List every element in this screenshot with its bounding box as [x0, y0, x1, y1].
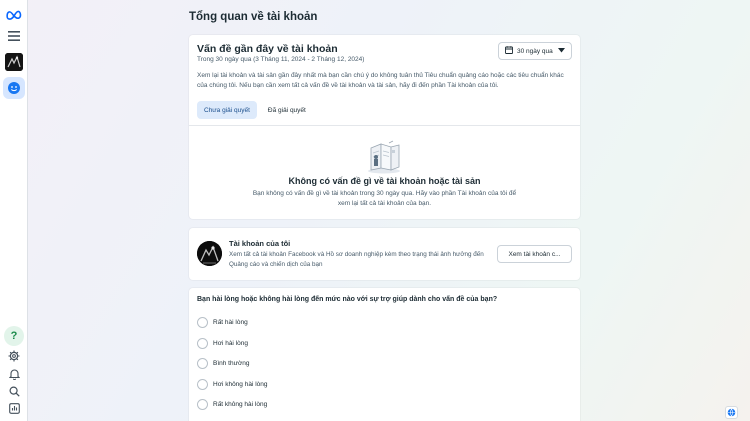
- date-range-dropdown[interactable]: 30 ngày qua: [498, 42, 572, 60]
- account-avatar[interactable]: [5, 53, 23, 71]
- meta-logo-icon[interactable]: [4, 5, 24, 25]
- issue-status-tabs: Chưa giải quyết Đã giải quyết: [197, 101, 313, 119]
- radio-button[interactable]: [197, 317, 208, 328]
- radio-button[interactable]: [197, 379, 208, 390]
- calendar-icon: [505, 46, 513, 56]
- satisfaction-survey-card: Bạn hài lòng hoặc không hài lòng đến mức…: [189, 288, 580, 421]
- survey-option-label: Hơi hài lòng: [213, 340, 248, 347]
- date-range-value: 30 ngày qua: [517, 47, 553, 55]
- my-accounts-card: Tài khoản của tôi Xem tất cả tài khoản F…: [189, 228, 580, 280]
- survey-option[interactable]: Hơi hài lòng: [197, 338, 248, 349]
- radio-button[interactable]: [197, 399, 208, 410]
- survey-option[interactable]: Bình thường: [197, 358, 249, 369]
- survey-option-label: Hơi không hài lòng: [213, 381, 268, 388]
- survey-option[interactable]: Rất không hài lòng: [197, 399, 267, 410]
- my-accounts-description: Xem tất cả tài khoản Facebook và Hồ sơ d…: [229, 251, 484, 268]
- recent-issues-card: Vấn đề gần đây về tài khoản Trong 30 ngà…: [189, 35, 580, 219]
- help-icon[interactable]: ?: [4, 326, 24, 346]
- tab-unresolved[interactable]: Chưa giải quyết: [197, 101, 257, 119]
- view-accounts-button[interactable]: Xem tài khoản c...: [497, 245, 572, 263]
- survey-option-label: Rất không hài lòng: [213, 401, 268, 408]
- account-quality-icon[interactable]: [3, 77, 25, 99]
- empty-state-description: Bạn không có vấn đề gì về tài khoản tron…: [252, 190, 517, 207]
- caret-down-icon: [558, 47, 565, 55]
- radio-button[interactable]: [197, 338, 208, 349]
- tab-resolved[interactable]: Đã giải quyết: [261, 101, 313, 119]
- my-accounts-title: Tài khoản của tôi: [229, 239, 291, 248]
- radio-button[interactable]: [197, 358, 208, 369]
- reports-icon[interactable]: [4, 398, 24, 418]
- account-avatar-large: [197, 241, 222, 266]
- survey-option-label: Bình thường: [213, 360, 250, 367]
- survey-option[interactable]: Hơi không hài lòng: [197, 379, 268, 390]
- survey-question: Bạn hài lòng hoặc không hài lòng đến mức…: [197, 296, 498, 303]
- survey-option[interactable]: Rất hài lòng: [197, 317, 248, 328]
- issues-title: Vấn đề gần đây về tài khoản: [197, 43, 338, 55]
- left-nav-rail: ?: [0, 0, 28, 421]
- settings-icon[interactable]: [4, 346, 24, 366]
- issues-date-range: Trong 30 ngày qua (3 Tháng 11, 2024 - 2 …: [197, 56, 365, 63]
- issues-description: Xem lại tài khoản và tài sản gần đây nhấ…: [197, 72, 564, 89]
- page-title: Tổng quan về tài khoản: [189, 11, 318, 23]
- empty-state-title: Không có vấn đề gì về tài khoản hoặc tài…: [288, 176, 481, 186]
- empty-state-illustration: [361, 140, 407, 174]
- globe-icon[interactable]: [725, 406, 738, 419]
- divider: [189, 125, 580, 126]
- survey-option-label: Rất hài lòng: [213, 319, 248, 326]
- menu-icon[interactable]: [4, 26, 24, 46]
